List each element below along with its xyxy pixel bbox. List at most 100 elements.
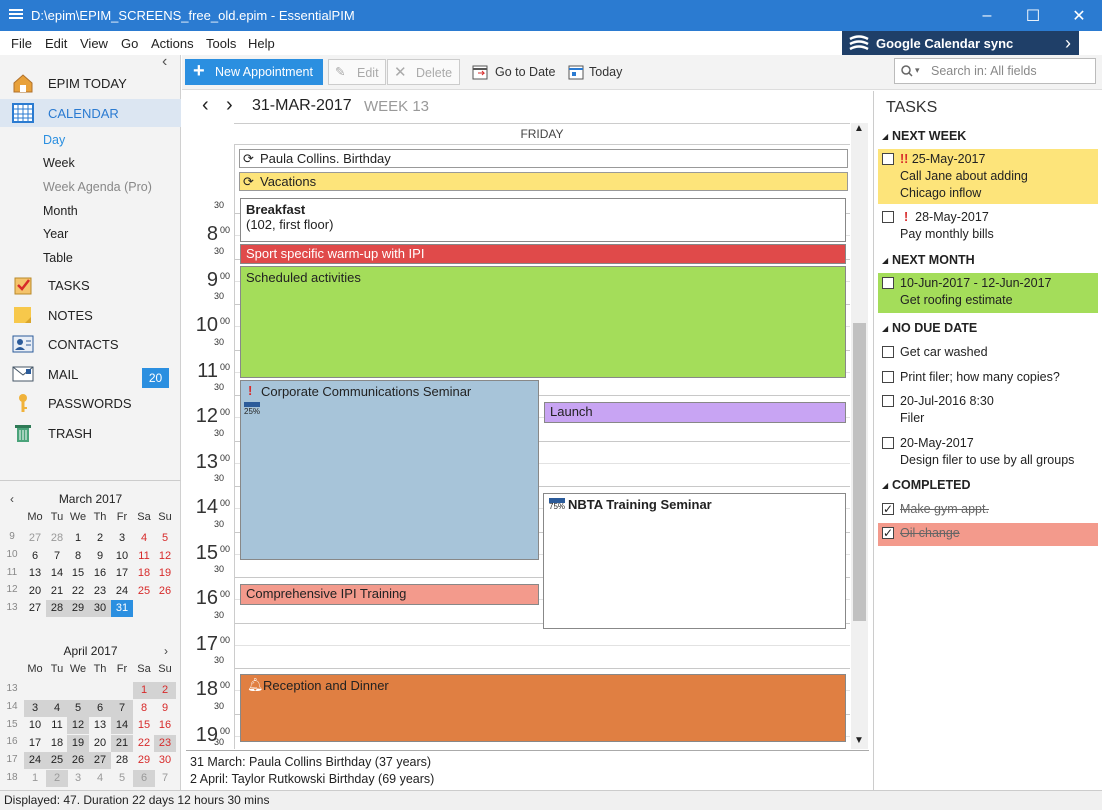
- minical-day[interactable]: 18: [133, 565, 155, 582]
- event-breakfast[interactable]: Breakfast (102, first floor): [240, 198, 846, 242]
- minical-day[interactable]: 30: [154, 752, 176, 769]
- minical-day[interactable]: 10: [111, 548, 133, 565]
- minical-day[interactable]: 30: [89, 600, 111, 618]
- minical-day[interactable]: 27: [89, 752, 111, 770]
- minical-day[interactable]: 18: [46, 735, 68, 752]
- view-week[interactable]: Week: [43, 156, 75, 170]
- sidebar-item-epim-today[interactable]: EPIM TODAY: [0, 69, 181, 97]
- view-table[interactable]: Table: [43, 251, 73, 265]
- sidebar-item-mail[interactable]: MAIL 20: [0, 360, 181, 388]
- minical-day[interactable]: 3: [111, 530, 133, 547]
- menu-file[interactable]: File: [11, 36, 32, 51]
- minical-day[interactable]: 13: [24, 565, 46, 582]
- new-appointment-button[interactable]: + New Appointment: [185, 59, 323, 85]
- minical-day[interactable]: 19: [67, 734, 89, 752]
- minical-day[interactable]: 29: [67, 600, 89, 618]
- chevron-right-icon[interactable]: ›: [1057, 31, 1079, 55]
- task-checkbox[interactable]: [882, 346, 894, 358]
- task-group-completed[interactable]: ◢ COMPLETED: [882, 478, 970, 492]
- minical-day[interactable]: 27: [24, 600, 46, 617]
- minical-day[interactable]: 13: [89, 717, 111, 734]
- minical-day[interactable]: 16: [89, 565, 111, 582]
- event-launch[interactable]: Launch: [544, 402, 846, 423]
- minical-day[interactable]: 4: [133, 530, 155, 547]
- task-item[interactable]: Make gym appt.: [878, 499, 1098, 521]
- sidebar-item-contacts[interactable]: CONTACTS: [0, 330, 181, 358]
- task-group-no-due-date[interactable]: ◢ NO DUE DATE: [882, 321, 977, 335]
- event-sport[interactable]: Sport specific warm-up with IPI: [240, 244, 846, 264]
- allday-event-birthday[interactable]: ⟳ Paula Collins. Birthday: [239, 149, 848, 168]
- minical-day[interactable]: 28: [111, 752, 133, 769]
- search-input[interactable]: ▾ Search in: All fields: [894, 58, 1096, 84]
- minical-day[interactable]: 12: [67, 717, 89, 735]
- minical-day[interactable]: 14: [111, 717, 133, 735]
- event-corporate[interactable]: ! Corporate Communications Seminar 25%: [240, 380, 539, 560]
- view-year[interactable]: Year: [43, 227, 68, 241]
- scroll-down-icon[interactable]: ▼: [854, 735, 864, 746]
- minical-day[interactable]: 22: [67, 583, 89, 600]
- minical-day[interactable]: [111, 682, 133, 699]
- sidebar-item-tasks[interactable]: TASKS: [0, 271, 181, 299]
- sidebar-item-notes[interactable]: NOTES: [0, 301, 181, 329]
- minical-day[interactable]: 28: [46, 600, 68, 618]
- minical-day[interactable]: 14: [46, 565, 68, 582]
- prev-day-button[interactable]: ‹: [202, 94, 209, 117]
- minical-day[interactable]: 17: [111, 565, 133, 582]
- event-scheduled[interactable]: Scheduled activities: [240, 266, 846, 378]
- minical-day[interactable]: 22: [133, 735, 155, 752]
- minical-day[interactable]: 3: [24, 699, 46, 717]
- minical-day[interactable]: 6: [133, 770, 155, 787]
- menu-tools[interactable]: Tools: [206, 36, 236, 51]
- minical-day[interactable]: [46, 682, 68, 699]
- minical-day[interactable]: 26: [67, 752, 89, 770]
- minical-day[interactable]: 26: [154, 583, 176, 600]
- menu-help[interactable]: Help: [248, 36, 275, 51]
- sidebar-item-calendar[interactable]: CALENDAR: [0, 99, 181, 127]
- task-checkbox-checked[interactable]: [882, 525, 894, 542]
- scrollbar-thumb[interactable]: [853, 323, 866, 621]
- event-reception[interactable]: 🔔︎ Reception and Dinner: [240, 674, 846, 742]
- minical-day[interactable]: 9: [89, 548, 111, 565]
- calendar-scrollbar[interactable]: ▲ ▼: [851, 123, 868, 749]
- minical-day[interactable]: 15: [67, 565, 89, 582]
- task-checkbox[interactable]: [882, 395, 894, 407]
- minical-day[interactable]: 29: [133, 752, 155, 769]
- task-checkbox[interactable]: [882, 153, 894, 165]
- minical-day[interactable]: 5: [111, 770, 133, 787]
- minical-day[interactable]: 11: [133, 548, 155, 565]
- minical-day[interactable]: 9: [154, 700, 176, 717]
- task-item[interactable]: 20-Jul-2016 8:30 Filer: [878, 391, 1098, 429]
- menu-actions[interactable]: Actions: [151, 36, 194, 51]
- minical-day[interactable]: 1: [24, 770, 46, 787]
- task-item[interactable]: Oil change: [878, 523, 1098, 546]
- minical-day[interactable]: 31: [111, 600, 133, 618]
- close-button[interactable]: ✕: [1056, 0, 1102, 31]
- go-to-date-button[interactable]: Go to Date: [470, 59, 558, 85]
- task-checkbox[interactable]: [882, 437, 894, 449]
- view-day[interactable]: Day: [43, 133, 65, 147]
- minical-day[interactable]: 23: [89, 583, 111, 600]
- sidebar-item-trash[interactable]: TRASH: [0, 419, 181, 447]
- minical-day[interactable]: 15: [133, 717, 155, 734]
- minical-day[interactable]: 7: [111, 699, 133, 717]
- minical-day[interactable]: [133, 600, 155, 617]
- task-checkbox[interactable]: [882, 371, 894, 383]
- event-nbta[interactable]: 75% NBTA Training Seminar: [543, 493, 846, 629]
- task-item[interactable]: ! 28-May-2017 Pay monthly bills: [878, 207, 1098, 245]
- menu-edit[interactable]: Edit: [45, 36, 67, 51]
- minical-day[interactable]: 28: [46, 530, 68, 547]
- minical-day[interactable]: 1: [133, 682, 155, 699]
- minical-day[interactable]: 20: [24, 583, 46, 600]
- allday-event-vacations[interactable]: ⟳ Vacations: [239, 172, 848, 191]
- minical-day[interactable]: 2: [89, 530, 111, 547]
- task-item[interactable]: Print filer; how many copies?: [878, 367, 1098, 389]
- minical-day[interactable]: 23: [154, 734, 176, 752]
- edit-button[interactable]: ✎ Edit: [328, 59, 386, 85]
- delete-button[interactable]: ✕ Delete: [387, 59, 460, 85]
- sidebar-item-passwords[interactable]: PASSWORDS: [0, 389, 181, 417]
- minical-day[interactable]: [89, 682, 111, 699]
- minical-day[interactable]: 12: [154, 548, 176, 565]
- task-checkbox-checked[interactable]: [882, 501, 894, 518]
- task-item[interactable]: !! 25-May-2017 Call Jane about adding Chic…: [878, 149, 1098, 204]
- minical-day[interactable]: 5: [67, 699, 89, 717]
